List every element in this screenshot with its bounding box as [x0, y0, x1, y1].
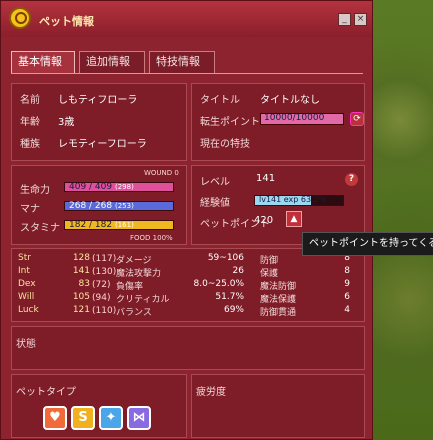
pet-age: 3歳	[58, 117, 75, 128]
status-panel: 状態	[11, 326, 365, 370]
exp-bar: lv141 exp 63.2%	[254, 195, 344, 206]
defense-stat-label: 魔法保護	[260, 295, 297, 305]
pet-type-icon: ✦	[99, 406, 123, 430]
combat-stat-value: 26	[232, 266, 244, 276]
tab-additional-info[interactable]: 追加情報	[79, 51, 145, 73]
stamina-value: 182 / 182	[69, 220, 113, 230]
title-panel: タイトル タイトルなし 転生ポイント 10000/10000 ⟳ 現在の特技	[191, 83, 365, 161]
combat-stat-value: 69%	[223, 305, 244, 315]
mp-value: 268 / 268	[69, 201, 113, 211]
stat-base: (94)	[92, 293, 111, 303]
stats-panel: Str 128 (117) Int 141 (130) Dex 83 (72) Will 105 (9…	[11, 248, 365, 322]
rebirth-points-label: 転生ポイント	[200, 117, 260, 128]
minimize-button[interactable]: _	[338, 13, 351, 26]
level-value: 141	[256, 173, 276, 184]
hp-label: 生命力	[20, 185, 50, 196]
combat-stat-value: 59~106	[207, 253, 244, 263]
combat-stat-value: 8.0~25.0%	[193, 279, 244, 289]
hp-base: (298)	[115, 183, 134, 191]
mp-label: マナ	[20, 204, 40, 215]
pet-type-icon: ♥	[43, 406, 67, 430]
window-title: ペット情報	[39, 15, 94, 28]
stamina-label: スタミナ	[20, 223, 60, 234]
stamina-bar: 182 / 182 (161)	[64, 220, 174, 230]
pet-name: しもティフローラ	[58, 95, 138, 106]
mp-base: (253)	[115, 202, 134, 210]
combat-stat-value: 51.7%	[215, 292, 244, 302]
defense-stat-value: 4	[344, 305, 350, 315]
stat-base: (110)	[92, 306, 117, 316]
stat-value: 83	[78, 279, 90, 289]
combat-stat-label: バランス	[116, 308, 152, 318]
title-value: タイトルなし	[260, 95, 320, 106]
defense-stat-label: 防御	[260, 256, 279, 266]
stat-base: (72)	[92, 280, 111, 290]
pet-info-window[interactable]: ペット情報 _ × 基本情報 追加情報 特技情報 名前 しもティフローラ 年齢 …	[0, 0, 373, 440]
hp-bar: 409 / 409 (298)	[64, 182, 174, 192]
age-label: 年齢	[20, 117, 40, 128]
stat-value: 128	[72, 253, 90, 263]
mp-bar: 268 / 268 (253)	[64, 201, 174, 211]
pet-species: レモティーフローラ	[58, 139, 147, 150]
pet-points-value: 420	[254, 215, 274, 226]
vitals-panel: WOUND 0 生命力 409 / 409 (298) マナ 268 / 268…	[11, 165, 187, 245]
tab-basic-info[interactable]: 基本情報	[11, 51, 75, 73]
rebirth-points-value: 10000/10000	[264, 113, 325, 123]
pet-points-fetch-button[interactable]: ▲	[286, 211, 302, 227]
help-icon[interactable]: ?	[345, 173, 358, 186]
exp-value: lv141 exp 63.2%	[259, 195, 327, 204]
stat-label: Str	[18, 253, 31, 263]
pet-points-tooltip: ペットポイントを持ってくる	[302, 232, 433, 256]
defense-stat-label: 魔法防御	[260, 282, 297, 292]
close-button[interactable]: ×	[354, 13, 367, 26]
status-label: 状態	[16, 339, 36, 350]
basic-info-panel: 名前 しもティフローラ 年齢 3歳 種族 レモティーフローラ	[11, 83, 187, 161]
species-label: 種族	[20, 139, 40, 150]
level-label: レベル	[200, 177, 230, 188]
combat-stat-label: クリティカル	[116, 295, 170, 305]
stat-value: 121	[72, 305, 90, 315]
wound-value: WOUND 0	[144, 169, 179, 177]
stat-label: Dex	[18, 279, 36, 289]
name-label: 名前	[20, 95, 40, 106]
combat-stat-label: 負傷率	[116, 282, 144, 292]
combat-stat-label: ダメージ	[116, 256, 152, 266]
fatigue-panel: 疲労度	[191, 374, 365, 438]
defense-stat-value: 6	[344, 292, 350, 302]
stat-label: Int	[18, 266, 30, 276]
rebirth-points-bar: 10000/10000	[260, 113, 344, 125]
defense-stat-value: 8	[344, 266, 350, 276]
pet-type-label: ペットタイプ	[16, 387, 76, 398]
stat-base: (117)	[92, 254, 117, 264]
defense-stat-value: 9	[344, 279, 350, 289]
stat-label: Will	[18, 292, 35, 302]
defense-stat-label: 保護	[260, 269, 279, 279]
defense-stat-label: 防御貫通	[260, 308, 297, 318]
tab-skill-info[interactable]: 特技情報	[149, 51, 215, 73]
title-label: タイトル	[200, 95, 240, 106]
stat-value: 105	[72, 292, 90, 302]
current-skill-label: 現在の特技	[200, 139, 250, 150]
title-bar[interactable]: ペット情報 _ ×	[1, 1, 372, 37]
pet-type-icon: ⋈	[127, 406, 151, 430]
stamina-base: (161)	[115, 221, 134, 229]
food-value: FOOD 100%	[130, 234, 173, 242]
fatigue-label: 疲労度	[196, 387, 226, 398]
exp-label: 経験値	[200, 198, 230, 209]
combat-stat-label: 魔法攻撃力	[116, 269, 162, 279]
magnifier-icon	[9, 7, 31, 29]
stat-value: 141	[72, 266, 90, 276]
tab-divider	[11, 73, 363, 74]
pet-type-icon: S	[71, 406, 95, 430]
stat-label: Luck	[18, 305, 39, 315]
rebirth-icon[interactable]: ⟳	[350, 112, 364, 126]
hp-value: 409 / 409	[69, 182, 113, 192]
stat-base: (130)	[92, 267, 117, 277]
